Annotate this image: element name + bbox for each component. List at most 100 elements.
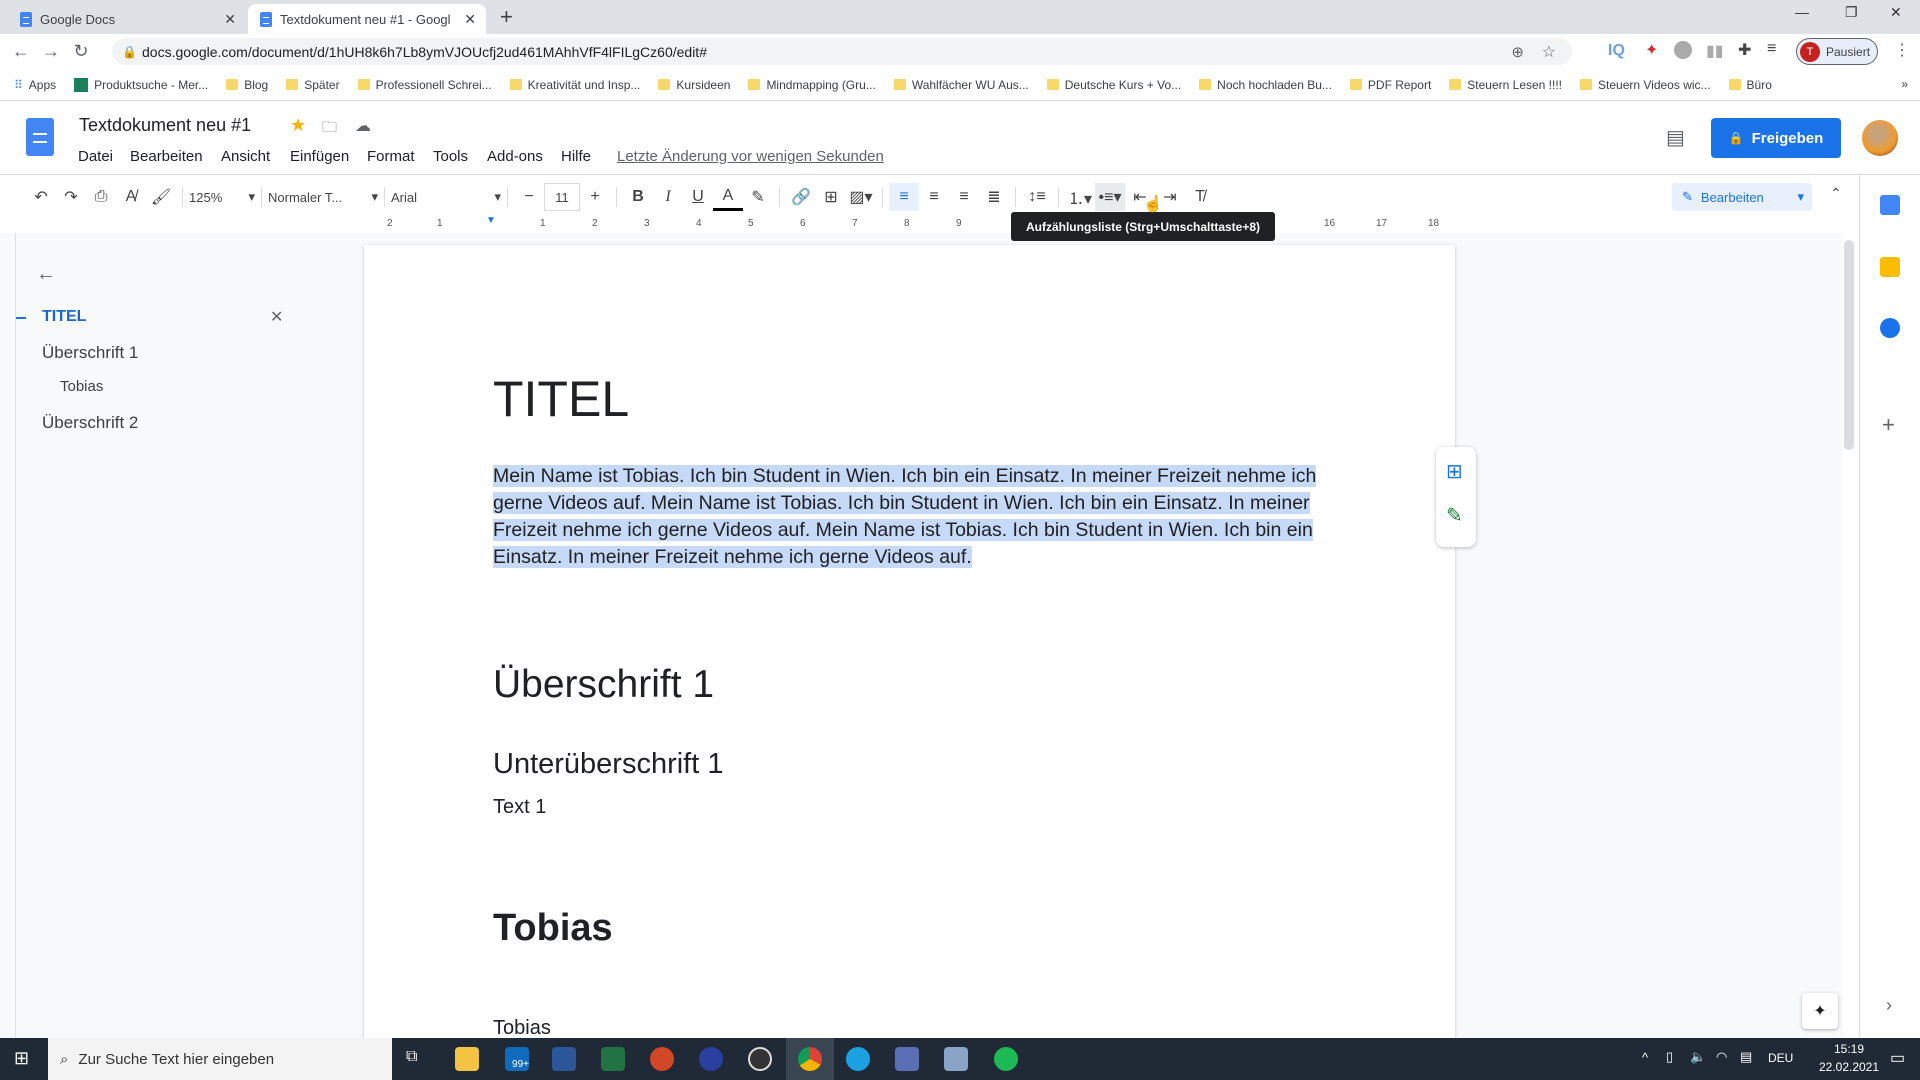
link-icon[interactable]: 🔗 [786, 183, 816, 211]
reload-icon[interactable]: ↻ [66, 41, 96, 62]
back-arrow-icon[interactable]: ← [36, 263, 56, 286]
explore-button[interactable]: ✦ [1802, 993, 1838, 1029]
indent-marker[interactable]: ▼ [486, 215, 496, 226]
bookmark[interactable]: Kursideen [658, 78, 730, 92]
extension-iq-icon[interactable]: IQ [1608, 42, 1625, 60]
bold-icon[interactable]: B [623, 183, 653, 211]
doc-text-1[interactable]: Text 1 [493, 796, 546, 819]
tray-chevron-icon[interactable]: ^ [1642, 1050, 1648, 1065]
bookmark[interactable]: Später [286, 78, 340, 92]
close-window-button[interactable]: ✕ [1890, 4, 1902, 21]
doc-paragraph[interactable]: Mein Name ist Tobias. Ich bin Student in… [493, 463, 1323, 571]
clock-time[interactable]: 15:19 [1820, 1042, 1878, 1056]
tab-textdokument[interactable]: Textdokument neu #1 - Google D ✕ [248, 4, 486, 34]
clock-date[interactable]: 22.02.2021 [1810, 1060, 1888, 1074]
document-title[interactable]: Textdokument neu #1 [79, 115, 251, 136]
scrollbar[interactable] [1844, 240, 1854, 450]
taskbar-search-input[interactable]: ⌕ Zur Suche Text hier eingeben [48, 1038, 392, 1080]
mail-icon[interactable]: 99+ [505, 1047, 529, 1071]
last-edit-link[interactable]: Letzte Änderung vor wenigen Sekunden [617, 148, 884, 165]
excel-icon[interactable] [601, 1047, 625, 1071]
doc-subheading[interactable]: Unterüberschrift 1 [493, 748, 724, 781]
redo-icon[interactable]: ↷ [56, 183, 86, 211]
tab-google-docs[interactable]: Google Docs ✕ [8, 4, 246, 34]
editing-mode-select[interactable]: ✎ Bearbeiten ▾ [1672, 183, 1812, 211]
bookmark[interactable]: Steuern Videos wic... [1580, 78, 1711, 92]
paint-format-icon[interactable]: 🖌 [146, 183, 176, 211]
decrease-font-size-button[interactable]: − [514, 183, 544, 211]
add-comment-icon[interactable]: ⊞ [816, 183, 846, 211]
extension-bird-icon[interactable]: ✦ [1645, 40, 1658, 60]
line-spacing-icon[interactable]: ↕≡ [1022, 183, 1052, 211]
bookmark[interactable]: Büro [1728, 78, 1772, 92]
bookmark[interactable]: Professionell Schrei... [357, 78, 492, 92]
app-icon[interactable] [699, 1047, 723, 1071]
task-view-icon[interactable]: ⧉ [406, 1048, 417, 1066]
star-icon[interactable]: ☆ [1542, 42, 1556, 62]
font-size-input[interactable]: 11 [544, 183, 580, 211]
bookmark[interactable]: Steuern Lesen !!!! [1449, 78, 1562, 92]
bookmark[interactable]: Blog [226, 78, 268, 92]
zoom-icon[interactable]: ⊕ [1511, 43, 1524, 61]
bookmark[interactable]: Deutsche Kurs + Vo... [1046, 78, 1181, 92]
obs-icon[interactable] [748, 1047, 772, 1071]
volume-icon[interactable]: 🔈 [1690, 1049, 1706, 1065]
zoom-select[interactable]: 125% ▾ [189, 183, 255, 211]
horizontal-ruler[interactable]: 2 1 1 2 3 4 5 6 7 8 9 16 17 18 ▼ [364, 215, 1455, 233]
word-icon[interactable] [552, 1047, 576, 1071]
menu-icon[interactable]: ⋮ [1894, 40, 1910, 60]
outline-item-ueberschrift-1[interactable]: Überschrift 1 [42, 343, 138, 363]
clear-formatting-icon[interactable]: T̸ [1185, 183, 1215, 211]
expand-panel-icon[interactable]: › [1886, 995, 1892, 1016]
align-left-icon[interactable]: ≡ [889, 183, 919, 211]
bookmark[interactable]: Noch hochladen Bu... [1199, 78, 1332, 92]
chrome-icon[interactable] [798, 1047, 822, 1071]
extension-bars-icon[interactable]: ▮▮ [1706, 41, 1724, 61]
edge-icon[interactable] [846, 1047, 870, 1071]
user-avatar[interactable] [1862, 120, 1898, 156]
insert-image-icon[interactable]: ▨▾ [846, 183, 876, 211]
menu-bearbeiten[interactable]: Bearbeiten [130, 148, 203, 165]
back-icon[interactable]: ← [6, 41, 36, 62]
comments-icon[interactable]: ▤ [1666, 125, 1685, 150]
bookmark[interactable]: Wahlfächer WU Aus... [893, 78, 1029, 92]
bookmark-apps[interactable]: ⠿ Apps [14, 78, 56, 92]
collapse-menu-icon[interactable]: ⌃ [1830, 185, 1842, 202]
close-icon[interactable]: ✕ [464, 11, 476, 28]
adblock-icon[interactable] [1674, 41, 1692, 59]
print-icon[interactable]: ⎙ [86, 183, 116, 211]
restore-button[interactable]: ❐ [1845, 4, 1858, 21]
extensions-puzzle-icon[interactable]: ✚ [1738, 40, 1751, 60]
add-comment-icon[interactable]: ⊞ [1446, 459, 1463, 484]
bookmark[interactable]: Produktsuche - Mer... [74, 77, 208, 92]
undo-icon[interactable]: ↶ [26, 183, 56, 211]
numbered-list-icon[interactable]: ⒈▾ [1065, 183, 1095, 211]
spotify-icon[interactable] [994, 1047, 1018, 1071]
text-color-icon[interactable]: A [713, 183, 743, 211]
url-input[interactable]: 🔒 docs.google.com/document/d/1hUH8k6h7Lb8… [112, 38, 1572, 65]
cloud-status-icon[interactable]: ☁ [355, 116, 371, 136]
underline-icon[interactable]: U [683, 183, 713, 211]
font-select[interactable]: Arial ▾ [391, 183, 501, 211]
doc-heading-tobias[interactable]: Tobias [493, 907, 613, 950]
keyboard-icon[interactable]: ▤ [1740, 1049, 1752, 1065]
file-explorer-icon[interactable] [455, 1047, 479, 1071]
doc-title[interactable]: TITEL [493, 370, 629, 428]
outline-item-titel[interactable]: TITEL [42, 308, 86, 326]
notifications-icon[interactable]: ▭ [1890, 1048, 1905, 1068]
vertical-ruler[interactable] [0, 233, 16, 1038]
menu-format[interactable]: Format [367, 148, 415, 165]
move-folder-icon[interactable]: 🗀 [322, 117, 337, 142]
keep-icon[interactable] [1880, 257, 1900, 277]
add-addon-icon[interactable]: + [1882, 412, 1895, 438]
highlight-icon[interactable]: ✎ [743, 183, 773, 211]
app-icon[interactable] [944, 1047, 968, 1071]
wifi-icon[interactable]: ◠ [1716, 1049, 1727, 1065]
doc-text-tobias[interactable]: Tobias [493, 1017, 551, 1040]
spellcheck-icon[interactable]: A̸ [116, 183, 146, 211]
outline-item-ueberschrift-2[interactable]: Überschrift 2 [42, 413, 138, 433]
suggest-edit-icon[interactable]: ✎ [1446, 503, 1463, 528]
bookmark[interactable]: Mindmapping (Gru... [748, 78, 876, 92]
tasks-icon[interactable] [1880, 318, 1900, 338]
style-select[interactable]: Normaler T... ▾ [268, 183, 378, 211]
